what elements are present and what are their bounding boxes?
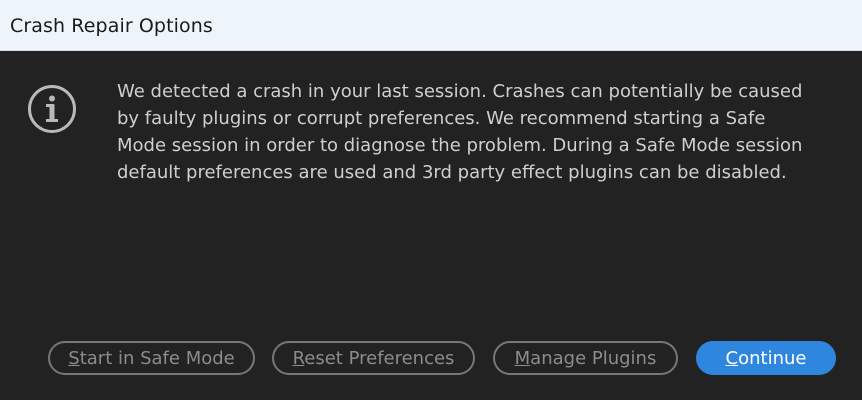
- manage-plugins-label: anage Plugins: [530, 348, 657, 369]
- crash-repair-dialog: Crash Repair Options We detected a crash…: [0, 0, 862, 400]
- reset-preferences-button[interactable]: Reset Preferences: [272, 341, 475, 375]
- continue-label: ontinue: [738, 348, 807, 369]
- continue-button[interactable]: Continue: [696, 341, 836, 375]
- crash-message: We detected a crash in your last session…: [117, 81, 803, 183]
- reset-prefs-label: eset Preferences: [304, 348, 455, 369]
- start-safe-mode-button[interactable]: Start in Safe Mode: [48, 341, 255, 375]
- safe-mode-label: tart in Safe Mode: [79, 348, 235, 369]
- window-title: Crash Repair Options: [10, 15, 213, 37]
- continue-mnemonic: C: [725, 348, 739, 369]
- reset-prefs-mnemonic: R: [292, 348, 305, 369]
- info-icon: [27, 84, 77, 134]
- safe-mode-mnemonic: S: [68, 348, 80, 369]
- title-bar: Crash Repair Options: [0, 0, 862, 51]
- manage-plugins-button[interactable]: Manage Plugins: [493, 341, 678, 375]
- manage-plugins-mnemonic: M: [514, 348, 531, 369]
